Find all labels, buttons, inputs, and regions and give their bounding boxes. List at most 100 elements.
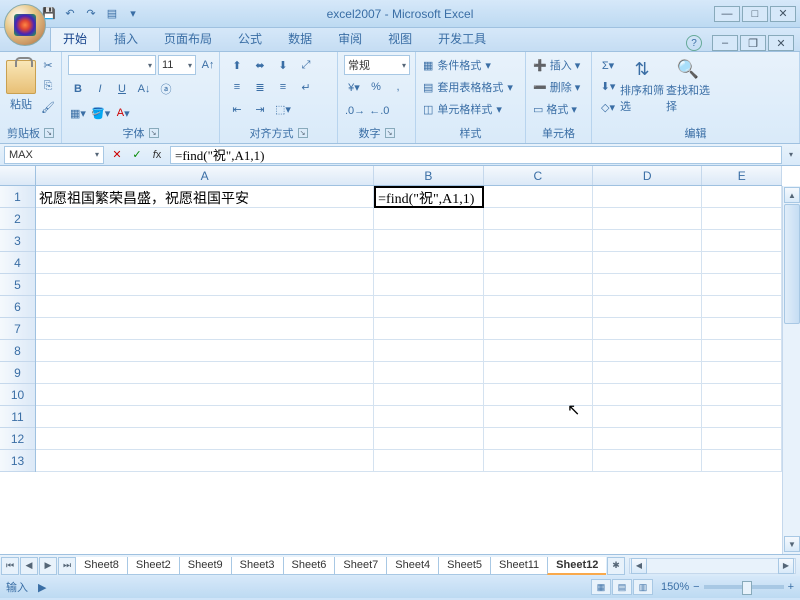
- copy-icon[interactable]: ⎘: [38, 76, 58, 96]
- cell-C11[interactable]: [484, 406, 593, 428]
- row-header-4[interactable]: 4: [0, 252, 35, 274]
- tab-home[interactable]: 开始: [50, 25, 100, 51]
- cell-D4[interactable]: [593, 252, 702, 274]
- row-header-1[interactable]: 1: [0, 186, 35, 208]
- cell-D7[interactable]: [593, 318, 702, 340]
- help-icon[interactable]: ?: [686, 35, 702, 51]
- cell-A11[interactable]: [36, 406, 374, 428]
- fx-icon[interactable]: fx: [148, 146, 166, 164]
- cell-E7[interactable]: [702, 318, 782, 340]
- cell-D10[interactable]: [593, 384, 702, 406]
- macro-record-icon[interactable]: ▶: [38, 581, 46, 594]
- currency-icon[interactable]: ¥▾: [344, 77, 364, 97]
- maximize-button[interactable]: □: [742, 6, 768, 22]
- cell-B7[interactable]: [374, 318, 483, 340]
- alignment-dialog-icon[interactable]: ↘: [298, 128, 308, 138]
- increase-decimal-icon[interactable]: .0→: [344, 101, 366, 121]
- format-painter-icon[interactable]: 🖌: [38, 97, 58, 117]
- sort-filter-button[interactable]: ⇅ 排序和筛选: [620, 55, 664, 117]
- font-color-icon[interactable]: A▾: [113, 103, 133, 123]
- doc-close-button[interactable]: ✕: [768, 35, 794, 51]
- row-header-9[interactable]: 9: [0, 362, 35, 384]
- border-icon[interactable]: ▦▾: [68, 103, 88, 123]
- percent-icon[interactable]: %: [366, 77, 386, 97]
- cell-D13[interactable]: [593, 450, 702, 472]
- cell-A1[interactable]: 祝愿祖国繁荣昌盛，祝愿祖国平安: [36, 186, 374, 208]
- cell-C8[interactable]: [484, 340, 593, 362]
- cell-B6[interactable]: [374, 296, 483, 318]
- tab-data[interactable]: 数据: [276, 26, 324, 51]
- doc-restore-button[interactable]: ❐: [740, 35, 766, 51]
- cell-D5[interactable]: [593, 274, 702, 296]
- cell-E5[interactable]: [702, 274, 782, 296]
- zoom-out-icon[interactable]: −: [693, 581, 699, 593]
- cell-E9[interactable]: [702, 362, 782, 384]
- row-header-13[interactable]: 13: [0, 450, 35, 472]
- cell-B3[interactable]: [374, 230, 483, 252]
- cell-D12[interactable]: [593, 428, 702, 450]
- cell-B11[interactable]: [374, 406, 483, 428]
- align-middle-icon[interactable]: ⬌: [249, 55, 271, 75]
- zoom-in-icon[interactable]: +: [788, 581, 794, 593]
- cell-C10[interactable]: [484, 384, 593, 406]
- cell-C5[interactable]: [484, 274, 593, 296]
- row-header-3[interactable]: 3: [0, 230, 35, 252]
- cell-E10[interactable]: [702, 384, 782, 406]
- first-sheet-icon[interactable]: ⏮: [1, 557, 19, 575]
- close-button[interactable]: ✕: [770, 6, 796, 22]
- sheet-tab-Sheet6[interactable]: Sheet6: [283, 557, 336, 575]
- fill-icon[interactable]: ⬇▾: [598, 76, 618, 96]
- column-header-A[interactable]: A: [36, 166, 374, 185]
- find-select-button[interactable]: 🔍 查找和选择: [666, 55, 710, 117]
- cell-A4[interactable]: [36, 252, 374, 274]
- cell-D1[interactable]: [593, 186, 702, 208]
- comma-icon[interactable]: ,: [388, 77, 408, 97]
- cell-B4[interactable]: [374, 252, 483, 274]
- sheet-tab-Sheet8[interactable]: Sheet8: [76, 557, 128, 575]
- tab-review[interactable]: 审阅: [326, 26, 374, 51]
- phonetic-icon[interactable]: ⓐ: [156, 79, 176, 99]
- autosum-icon[interactable]: Σ▾: [598, 55, 618, 75]
- cell-A12[interactable]: [36, 428, 374, 450]
- align-bottom-icon[interactable]: ⬇: [272, 55, 294, 75]
- tab-view[interactable]: 视图: [376, 26, 424, 51]
- new-icon[interactable]: ▤: [103, 5, 121, 23]
- page-break-view-icon[interactable]: ▥: [633, 579, 653, 595]
- cell-B2[interactable]: [374, 208, 483, 230]
- vertical-scrollbar[interactable]: ▲ ▼: [782, 186, 800, 554]
- format-cells-button[interactable]: ▭格式▾: [532, 99, 590, 119]
- decrease-decimal-icon[interactable]: ←.0: [368, 101, 390, 121]
- orientation-icon[interactable]: ⤢: [295, 55, 317, 75]
- shrink-font-icon[interactable]: A↓: [134, 79, 154, 99]
- minimize-button[interactable]: —: [714, 6, 740, 22]
- tab-developer[interactable]: 开发工具: [426, 26, 498, 51]
- cell-D6[interactable]: [593, 296, 702, 318]
- cell-A13[interactable]: [36, 450, 374, 472]
- undo-icon[interactable]: ↶: [61, 5, 79, 23]
- name-box[interactable]: MAX▾: [4, 146, 104, 164]
- cell-styles-button[interactable]: ◫ 单元格样式 ▾: [422, 99, 522, 119]
- cell-A3[interactable]: [36, 230, 374, 252]
- enter-formula-icon[interactable]: ✓: [128, 146, 146, 164]
- last-sheet-icon[interactable]: ⏭: [58, 557, 76, 575]
- cell-B10[interactable]: [374, 384, 483, 406]
- expand-formula-bar-icon[interactable]: ▾: [782, 150, 800, 159]
- align-center-icon[interactable]: ≣: [249, 77, 271, 97]
- number-dialog-icon[interactable]: ↘: [385, 128, 395, 138]
- scroll-right-icon[interactable]: ▶: [778, 558, 794, 574]
- cell-C12[interactable]: [484, 428, 593, 450]
- cell-E1[interactable]: [702, 186, 782, 208]
- wrap-text-icon[interactable]: ↵: [295, 77, 317, 97]
- doc-minimize-button[interactable]: –: [712, 35, 738, 51]
- grow-font-icon[interactable]: A↑: [198, 55, 218, 75]
- number-format-combo[interactable]: 常规▾: [344, 55, 410, 75]
- underline-button[interactable]: U: [112, 79, 132, 99]
- zoom-slider[interactable]: [704, 585, 784, 589]
- sheet-tab-Sheet4[interactable]: Sheet4: [386, 557, 439, 575]
- font-size-combo[interactable]: 11▾: [158, 55, 196, 75]
- prev-sheet-icon[interactable]: ◀: [20, 557, 38, 575]
- sheet-tab-Sheet5[interactable]: Sheet5: [438, 557, 491, 575]
- align-left-icon[interactable]: ≡: [226, 77, 248, 97]
- cell-A2[interactable]: [36, 208, 374, 230]
- cell-B13[interactable]: [374, 450, 483, 472]
